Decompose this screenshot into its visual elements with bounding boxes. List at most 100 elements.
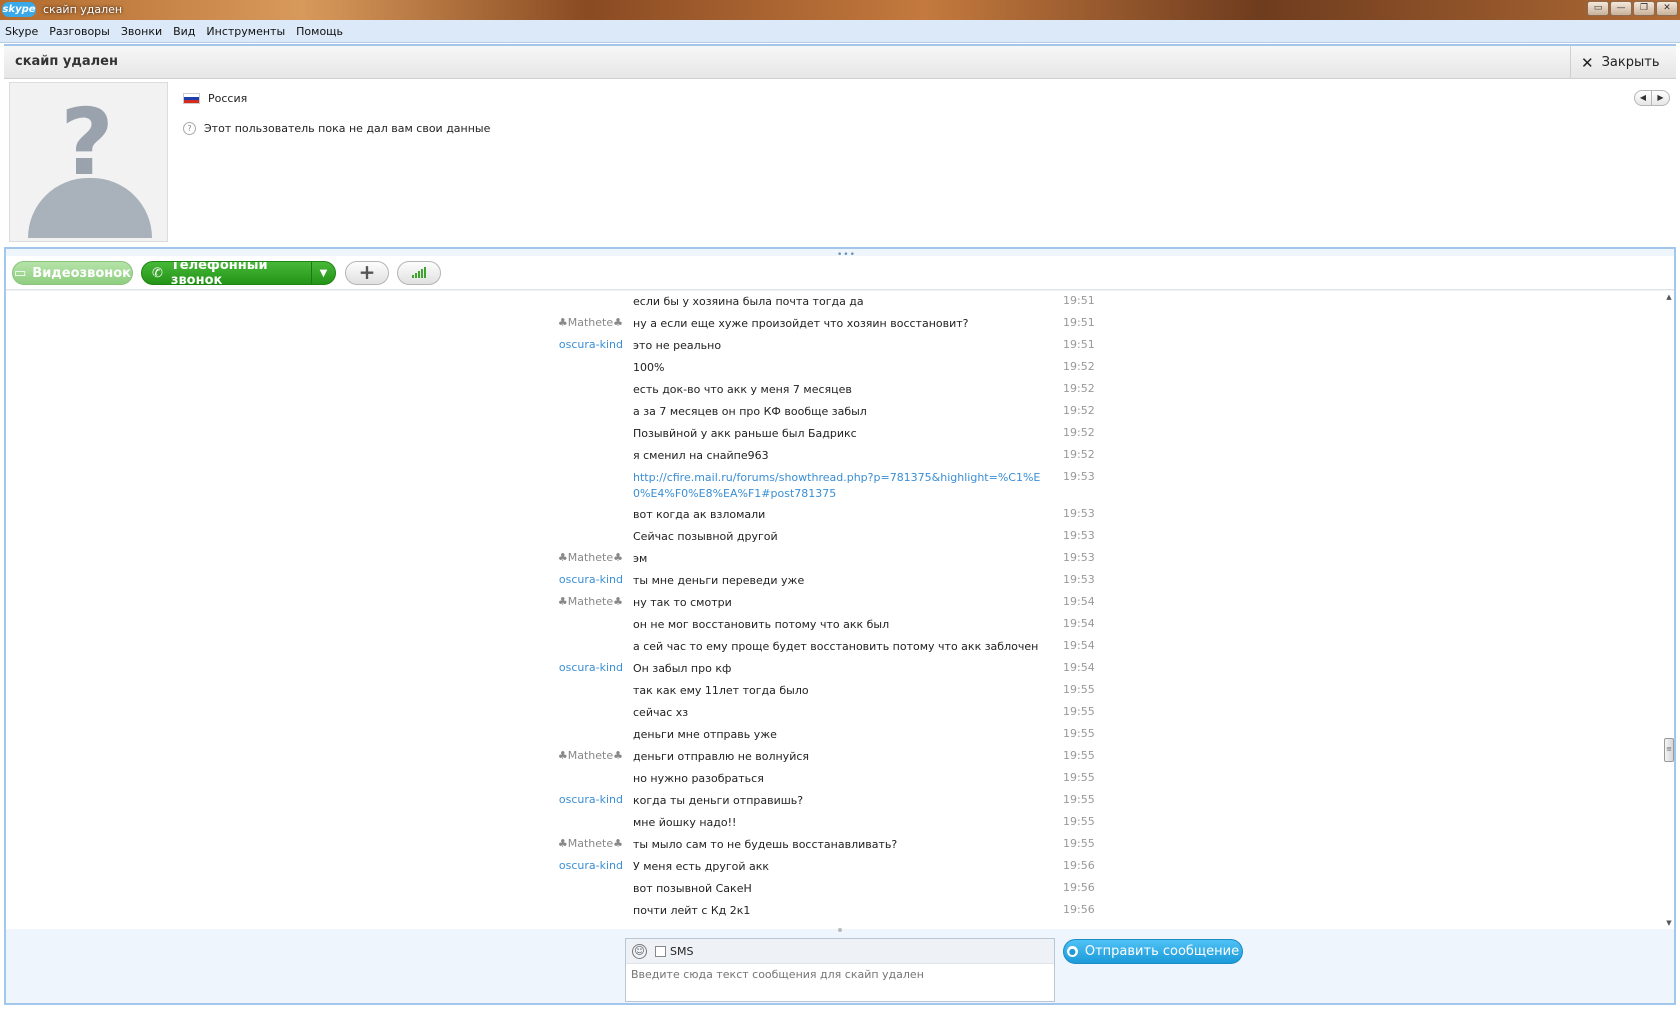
message-text: так как ему 11лет тогда было <box>633 684 809 697</box>
russia-flag-icon <box>183 93 200 104</box>
message-text: деньги отправлю не волнуйся <box>633 750 810 763</box>
message-author[interactable]: ♣Mathete♣ <box>523 749 623 762</box>
skype-logo: skype <box>2 2 36 17</box>
contact-name: скайп удален <box>15 54 118 69</box>
menu-bar: Skype Разговоры Звонки Вид Инструменты П… <box>0 20 1680 43</box>
message-time: 19:52 <box>1063 382 1095 395</box>
prev-arrow-icon[interactable]: ◀ <box>1634 90 1652 106</box>
message-time: 19:52 <box>1063 426 1095 439</box>
message-time: 19:52 <box>1063 448 1095 461</box>
scroll-thumb[interactable]: ≡ <box>1664 738 1674 762</box>
message-compose: ☺ SMS <box>625 938 1055 1002</box>
message-time: 19:55 <box>1063 727 1095 740</box>
message-link[interactable]: http://cfire.mail.ru/forums/showthread.p… <box>633 470 1053 502</box>
message-time: 19:55 <box>1063 683 1095 696</box>
menu-conversations[interactable]: Разговоры <box>49 25 110 38</box>
next-arrow-icon[interactable]: ▶ <box>1652 90 1670 106</box>
message-text: есть док-во что акк у меня 7 месяцев <box>633 383 852 396</box>
message-text: он не мог восстановить потому что акк бы… <box>633 618 890 631</box>
phone-call-main[interactable]: ✆ Телефонный звонок <box>142 261 311 285</box>
close-window-button[interactable]: ✕ <box>1656 1 1678 16</box>
message-time: 19:55 <box>1063 705 1095 718</box>
message-time: 19:56 <box>1063 881 1095 894</box>
chat-history[interactable]: ▲ ≡ ▼ если бы у хозяина была почта тогда… <box>6 291 1674 929</box>
scroll-down-arrow-icon[interactable]: ▼ <box>1664 919 1674 927</box>
message-author[interactable]: ♣Mathete♣ <box>523 595 623 608</box>
video-camera-icon: ▭ <box>13 265 27 281</box>
message-time: 19:53 <box>1063 470 1095 483</box>
message-time: 19:51 <box>1063 316 1095 329</box>
message-input[interactable] <box>626 964 1054 985</box>
avatar-silhouette <box>28 178 152 238</box>
message-text: а сей час то ему проще будет восстановит… <box>633 640 1039 653</box>
menu-tools[interactable]: Инструменты <box>206 25 285 38</box>
video-call-button[interactable]: ▭ Видеозвонок <box>12 261 133 285</box>
message-author[interactable]: oscura-kind <box>523 338 623 351</box>
close-label: Закрыть <box>1601 55 1660 70</box>
message-author[interactable]: oscura-kind <box>523 573 623 586</box>
call-toolbar: ▭ Видеозвонок ✆ Телефонный звонок ▼ + <box>6 256 1674 290</box>
message-author[interactable]: oscura-kind <box>523 793 623 806</box>
message-author[interactable]: oscura-kind <box>523 661 623 674</box>
message-author[interactable]: ♣Mathete♣ <box>523 316 623 329</box>
phone-call-button[interactable]: ✆ Телефонный звонок ▼ <box>141 261 336 285</box>
message-time: 19:55 <box>1063 793 1095 806</box>
plus-icon: + <box>358 260 376 284</box>
close-conversation-button[interactable]: ✕ Закрыть <box>1570 46 1676 79</box>
country-row: Россия <box>183 92 247 105</box>
sms-label: SMS <box>670 944 694 958</box>
compact-view-button[interactable]: ▭ <box>1587 1 1609 16</box>
info-note: Этот пользователь пока не дал вам свои д… <box>204 122 491 135</box>
signal-bar <box>421 269 423 278</box>
message-author[interactable]: ♣Mathete♣ <box>523 837 623 850</box>
menu-calls[interactable]: Звонки <box>121 25 162 38</box>
chat-scrollbar[interactable]: ▲ ≡ ▼ <box>1664 291 1674 929</box>
profile-nav-arrows: ◀ ▶ <box>1634 90 1670 106</box>
add-button[interactable]: + <box>345 261 389 285</box>
message-text: 100% <box>633 361 665 374</box>
message-text: когда ты деньги отправишь? <box>633 794 804 807</box>
menu-help[interactable]: Помощь <box>296 25 343 38</box>
message-text: почти лейт с Кд 2к1 <box>633 904 751 917</box>
message-text: а за 7 месяцев он про КФ вообще забыл <box>633 405 867 418</box>
message-author[interactable]: oscura-kind <box>523 859 623 872</box>
message-time: 19:55 <box>1063 815 1095 828</box>
menu-view[interactable]: Вид <box>173 25 195 38</box>
message-text: Позывйной у акк раньше был Бадрикс <box>633 427 857 440</box>
message-text: вот когда ак взломали <box>633 508 766 521</box>
message-time: 19:54 <box>1063 639 1095 652</box>
close-icon: ✕ <box>1581 53 1594 72</box>
message-text: ты мыло сам то не будешь восстанавливать… <box>633 838 898 851</box>
window-titlebar: skype скайп удален ▭ — ❐ ✕ <box>0 0 1680 20</box>
message-text: ну так то смотри <box>633 596 732 609</box>
menu-skype[interactable]: Skype <box>5 25 38 38</box>
compose-toolbar: ☺ SMS <box>626 939 1054 964</box>
message-time: 19:55 <box>1063 749 1095 762</box>
signal-bar <box>424 267 426 278</box>
minimize-button[interactable]: — <box>1610 1 1632 16</box>
message-text: ну а если еще хуже произойдет что хозяин… <box>633 317 969 330</box>
message-author[interactable]: ♣Mathete♣ <box>523 551 623 564</box>
signal-bar <box>418 271 420 278</box>
phone-call-label: Телефонный звонок <box>170 261 268 285</box>
emoticon-icon[interactable]: ☺ <box>632 943 647 959</box>
message-text: Он забыл про кф <box>633 662 732 675</box>
message-time: 19:54 <box>1063 595 1095 608</box>
message-time: 19:55 <box>1063 771 1095 784</box>
restore-button[interactable]: ❐ <box>1633 1 1655 16</box>
info-note-row: ? Этот пользователь пока не дал вам свои… <box>183 122 490 135</box>
scroll-up-arrow-icon[interactable]: ▲ <box>1664 293 1674 301</box>
message-text: деньги мне отправь уже <box>633 728 777 741</box>
message-time: 19:55 <box>1063 837 1095 850</box>
chat-bubble-icon: ● <box>1066 946 1078 957</box>
message-text: если бы у хозяина была почта тогда да <box>633 295 864 308</box>
message-time: 19:53 <box>1063 551 1095 564</box>
message-text: но нужно разобраться <box>633 772 764 785</box>
message-time: 19:56 <box>1063 903 1095 916</box>
send-message-button[interactable]: ● Отправить сообщение <box>1063 939 1243 964</box>
compose-resize-grip[interactable] <box>838 928 842 932</box>
call-quality-button[interactable] <box>397 261 441 285</box>
message-time: 19:53 <box>1063 573 1095 586</box>
sms-checkbox[interactable] <box>655 945 666 957</box>
chevron-down-icon[interactable]: ▼ <box>311 262 335 284</box>
